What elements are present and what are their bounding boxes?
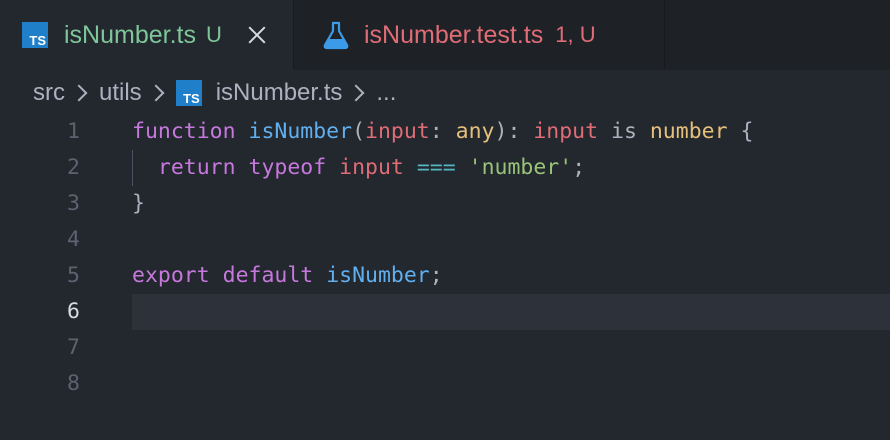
- line-content: export default isNumber;: [132, 263, 443, 288]
- line-number: 7: [67, 335, 80, 360]
- line-number: 3: [67, 191, 80, 216]
- code-line: 5 export default isNumber;: [0, 258, 890, 294]
- tab-isnumber-test-ts[interactable]: isNumber.test.ts 1, U: [293, 0, 665, 70]
- line-number: 2: [67, 155, 80, 180]
- code-line: 8: [0, 366, 890, 402]
- tab-label: isNumber.test.ts: [364, 20, 544, 49]
- line-content[interactable]: [132, 294, 890, 330]
- breadcrumb: src utils TS isNumber.ts ...: [33, 78, 396, 108]
- breadcrumb-item-file[interactable]: isNumber.ts: [216, 79, 343, 107]
- line-number: 6: [67, 299, 80, 324]
- tab-git-status: U: [205, 22, 222, 47]
- line-number: 5: [67, 263, 80, 288]
- line-content: function isNumber(input: any): input is …: [132, 119, 754, 144]
- flask-icon: [323, 21, 349, 50]
- code-editor[interactable]: 1 function isNumber(input: any): input i…: [0, 114, 890, 440]
- line-content: [132, 222, 890, 258]
- typescript-file-icon: TS: [22, 22, 48, 48]
- breadcrumb-item-symbols[interactable]: ...: [376, 79, 396, 107]
- close-icon[interactable]: [246, 24, 268, 46]
- tab-label: isNumber.ts: [64, 20, 196, 49]
- chevron-right-icon: [147, 84, 165, 102]
- line-content: [132, 330, 890, 366]
- line-content: }: [132, 191, 145, 216]
- tab-isnumber-ts[interactable]: TS isNumber.ts U: [0, 0, 293, 70]
- code-line: 3 }: [0, 186, 890, 222]
- code-line-current[interactable]: 6: [0, 294, 890, 330]
- code-line: 1 function isNumber(input: any): input i…: [0, 114, 890, 150]
- line-number: 4: [67, 227, 80, 252]
- line-number: 1: [67, 119, 80, 144]
- chevron-right-icon: [347, 84, 365, 102]
- code-line: 4: [0, 222, 890, 258]
- line-number: 8: [67, 371, 80, 396]
- indent-guide: [132, 150, 133, 186]
- breadcrumb-item-src[interactable]: src: [33, 79, 65, 107]
- code-line: 2 return typeof input === 'number';: [0, 150, 890, 186]
- code-line: 7: [0, 330, 890, 366]
- line-content: return typeof input === 'number';: [157, 155, 586, 180]
- typescript-file-icon: TS: [175, 80, 202, 106]
- breadcrumb-item-utils[interactable]: utils: [99, 79, 142, 107]
- chevron-right-icon: [70, 84, 88, 102]
- editor-tab-bar: TS isNumber.ts U isNumber.test.ts 1, U: [0, 0, 890, 70]
- tab-problems-status: 1, U: [555, 22, 596, 47]
- line-content: [132, 366, 890, 402]
